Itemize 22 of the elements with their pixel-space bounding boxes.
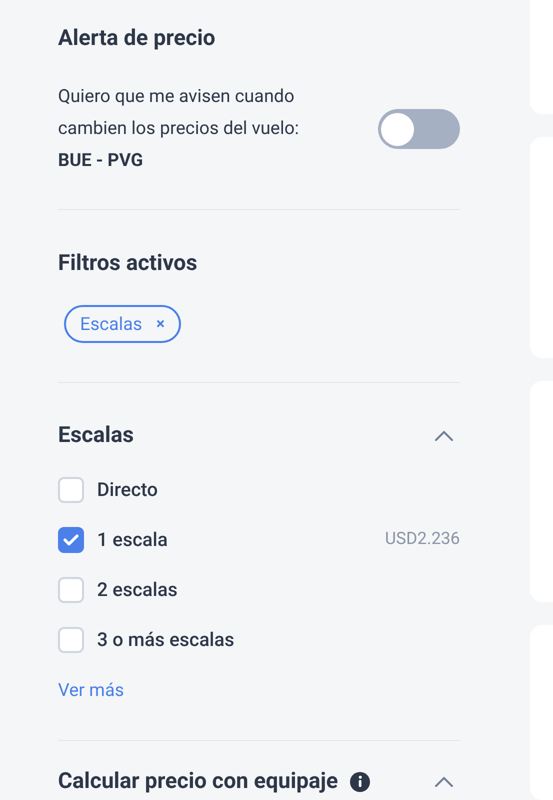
checkbox[interactable]: [58, 577, 84, 603]
chevron-up-icon[interactable]: [434, 776, 454, 788]
option-price: USD2.236: [385, 528, 460, 552]
section-title: Escalas: [58, 422, 134, 450]
option-label[interactable]: 1 escala: [97, 526, 386, 554]
info-icon[interactable]: [350, 772, 370, 792]
option-label[interactable]: 3 o más escalas: [97, 626, 460, 654]
option-label[interactable]: 2 escalas: [97, 576, 460, 604]
filter-chip[interactable]: Escalas ×: [64, 305, 181, 343]
price-alert-toggle[interactable]: [378, 109, 460, 149]
section-title: Filtros activos: [58, 250, 198, 278]
option-label[interactable]: Directo: [97, 476, 460, 504]
checkbox[interactable]: [58, 627, 84, 653]
alert-description: Quiero que me avisen cuando cambien los precios del vuelo:: [58, 85, 300, 141]
section-title: Alerta de precio: [58, 25, 216, 53]
checkbox[interactable]: [58, 527, 84, 553]
route-label: BUE - PVG: [58, 149, 144, 173]
see-more-link[interactable]: Ver más: [58, 677, 124, 704]
check-icon: [63, 534, 79, 546]
chevron-up-icon[interactable]: [434, 430, 454, 442]
section-title: Calcular precio con equipaje: [58, 768, 338, 796]
checkbox[interactable]: [58, 477, 84, 503]
